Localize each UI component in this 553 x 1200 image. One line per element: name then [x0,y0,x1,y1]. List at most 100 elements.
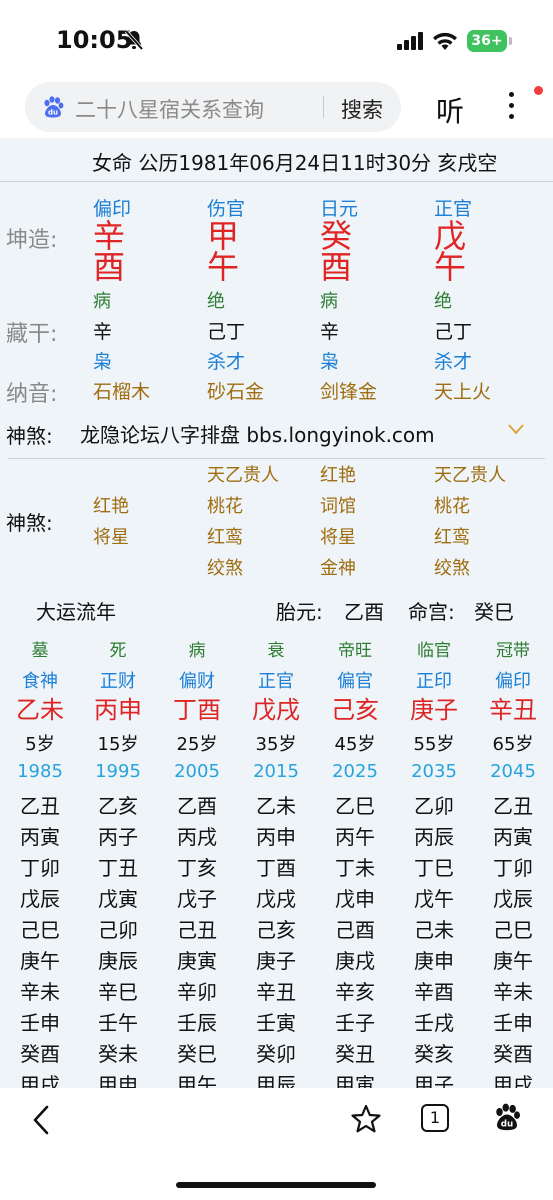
liunian-ganzhi: 癸酉 [493,1042,533,1066]
liunian-ganzhi: 丁未 [335,856,375,880]
liunian-ganzhi: 辛卯 [177,980,217,1004]
search-query-text[interactable]: 二十八星宿关系查询 [75,94,264,124]
header-row: 女命 公历1981年06月24日11时30分 亥戌空 [0,138,553,182]
more-menu-icon[interactable] [506,92,516,124]
dayun-age: 35岁 [255,734,297,755]
dayun-ganzhi: 丁酉 [173,696,221,724]
label-nayin: 纳音: [6,382,58,407]
dayun-age: 25岁 [176,734,218,755]
dayun-age: 15岁 [97,734,139,755]
liunian-ganzhi: 戊申 [335,887,375,911]
dayun-stage: 冠带 [496,641,530,661]
listen-button[interactable]: 听 [436,90,464,130]
liunian-ganzhi: 甲辰 [256,1073,296,1088]
liunian-ganzhi: 乙巳 [335,794,375,818]
dayun-title: 大运流年 [36,600,116,624]
label-shensha: 神煞: [6,424,53,448]
liunian-ganzhi: 辛未 [20,980,60,1004]
dayun-ganzhi: 乙未 [16,696,64,724]
shensha-item: 将星 [93,527,129,548]
dayun-age: 45岁 [334,734,376,755]
pillar-hidden-gods: 杀才 [434,351,473,373]
dayun-ganzhi: 丙申 [94,696,142,724]
pillar-hidden-gods: 枭 [320,351,340,373]
liunian-ganzhi: 戊寅 [98,887,138,911]
liunian-ganzhi: 甲午 [177,1073,217,1088]
label-kunzao: 坤造: [6,228,58,253]
dayun-year: 2045 [490,761,536,782]
liunian-ganzhi: 庚戌 [335,949,375,973]
liunian-ganzhi: 乙亥 [98,794,138,818]
liunian-ganzhi: 甲戌 [20,1073,60,1088]
liunian-ganzhi: 壬申 [20,1011,60,1035]
baidu-home-icon[interactable]: du [492,1102,522,1132]
shensha-item: 红艳 [320,465,356,486]
pillar-stage: 绝 [207,291,225,312]
liunian-ganzhi: 壬子 [335,1011,375,1035]
shensha-line: 龙隐论坛八字排盘 bbs.longyinok.com [80,423,435,447]
pillar-branch: 午 [207,248,240,286]
liunian-ganzhi: 甲寅 [335,1073,375,1088]
liunian-ganzhi: 辛酉 [414,980,454,1004]
liunian-ganzhi: 丙寅 [20,825,60,849]
svg-text:du: du [501,1119,514,1129]
svg-text:du: du [48,109,58,117]
pillar-hidden-stems: 辛 [93,321,113,343]
shensha-item: 绞煞 [207,558,243,579]
liunian-ganzhi: 壬辰 [177,1011,217,1035]
liunian-ganzhi: 丁亥 [177,856,217,880]
liunian-ganzhi: 己酉 [335,918,375,942]
dayun-year: 1985 [17,761,63,782]
back-icon[interactable] [30,1104,52,1136]
liunian-ganzhi: 己亥 [256,918,296,942]
liunian-ganzhi: 乙酉 [177,794,217,818]
shensha-item: 红艳 [93,496,129,517]
dayun-year: 2015 [253,761,299,782]
star-icon[interactable] [350,1103,382,1135]
baidu-paw-icon: du [44,96,64,118]
bell-off-icon [124,29,144,51]
search-button[interactable]: 搜索 [341,94,383,124]
dayun-ten-god: 正印 [416,671,452,692]
dayun-age: 5岁 [25,734,55,755]
liunian-ganzhi: 辛未 [493,980,533,1004]
liunian-ganzhi: 己卯 [98,918,138,942]
pillar-stage: 病 [93,291,111,312]
search-box[interactable]: du 二十八星宿关系查询 搜索 [25,82,401,132]
liunian-ganzhi: 庚辰 [98,949,138,973]
tab-count-button[interactable]: 1 [421,1104,449,1132]
liunian-ganzhi: 壬申 [493,1011,533,1035]
liunian-ganzhi: 戊戌 [256,887,296,911]
liunian-ganzhi: 庚午 [493,949,533,973]
liunian-ganzhi: 丙子 [98,825,138,849]
liunian-ganzhi: 丁卯 [20,856,60,880]
shensha-item: 红鸾 [434,527,470,548]
dayun-ganzhi: 戊戌 [252,696,300,724]
shensha-item: 绞煞 [434,558,470,579]
dayun-age: 55岁 [413,734,455,755]
dayun-stage: 衰 [267,641,285,661]
dayun-ganzhi: 庚子 [410,696,458,724]
liunian-ganzhi: 戊午 [414,887,454,911]
liunian-ganzhi: 甲申 [98,1073,138,1088]
liunian-ganzhi: 庚子 [256,949,296,973]
battery-tip [509,37,512,45]
pillar-hidden-gods: 枭 [93,351,113,373]
liunian-ganzhi: 己丑 [177,918,217,942]
pillar-stage: 绝 [434,291,452,312]
liunian-ganzhi: 癸未 [98,1042,138,1066]
liunian-ganzhi: 丙辰 [414,825,454,849]
liunian-ganzhi: 壬戌 [414,1011,454,1035]
dayun-ten-god: 偏财 [179,671,215,692]
liunian-ganzhi: 己巳 [20,918,60,942]
liunian-ganzhi: 戊辰 [20,887,60,911]
dayun-year: 1995 [95,761,141,782]
chevron-down-icon[interactable] [506,422,526,436]
liunian-ganzhi: 壬午 [98,1011,138,1035]
liunian-ganzhi: 乙未 [256,794,296,818]
dayun-stage: 病 [188,641,206,661]
label-shensha-2: 神煞: [6,511,53,535]
dayun-stage: 帝旺 [338,641,372,661]
dayun-ganzhi: 己亥 [331,696,379,724]
liunian-ganzhi: 癸巳 [177,1042,217,1066]
